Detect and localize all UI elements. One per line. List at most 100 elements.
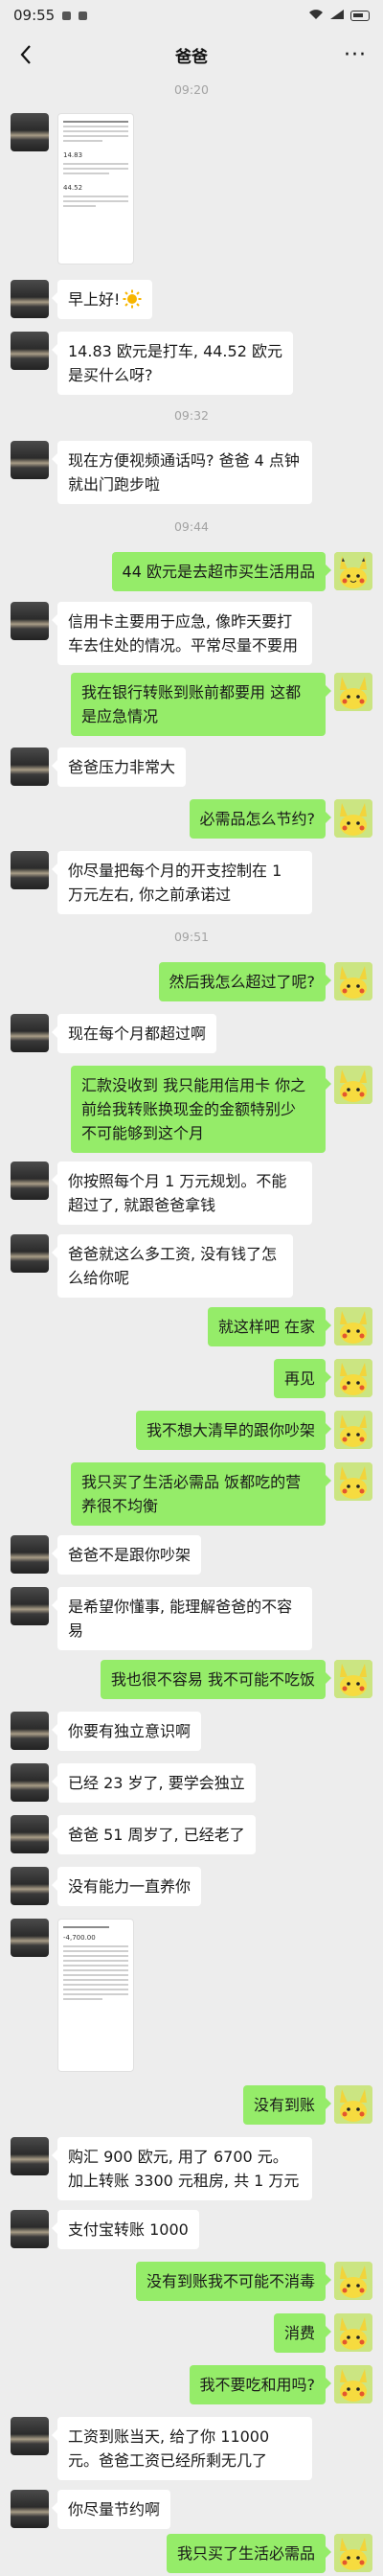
- timestamp: 09:32: [173, 408, 210, 423]
- avatar-father[interactable]: [11, 2490, 49, 2528]
- message-bubble[interactable]: 没有到账我不可能不消毒: [135, 2262, 332, 2301]
- message-bubble[interactable]: 我不要吃和用吗?: [189, 2365, 331, 2404]
- avatar-father[interactable]: [11, 113, 49, 151]
- message-bubble[interactable]: 你要有独立意识啊: [51, 1712, 202, 1751]
- message-bubble[interactable]: 已经 23 岁了, 要学会独立: [52, 1763, 256, 1803]
- message-bubble[interactable]: 购汇 900 欧元, 用了 6700 元。加上转账 3300 元租房, 共 1 …: [52, 2137, 312, 2200]
- message-text: 现在方便视频通话吗? 爸爸 4 点钟就出门跑步啦: [68, 451, 300, 494]
- pikachu-avatar-icon: [334, 1066, 372, 1104]
- message-text: 44 欧元是去超市买生活用品: [122, 563, 315, 581]
- avatar-self[interactable]: [334, 1411, 372, 1449]
- receipt-amount: 44.52: [63, 184, 83, 192]
- pikachu-avatar-icon: [334, 2085, 372, 2124]
- pikachu-avatar-icon: [334, 2534, 372, 2572]
- avatar-father[interactable]: [11, 602, 49, 640]
- receipt-amount: 14.83: [63, 151, 83, 159]
- back-button[interactable]: [11, 40, 40, 69]
- transfer-screenshot[interactable]: -4,700.00: [57, 1919, 134, 2072]
- avatar-father[interactable]: [11, 1162, 49, 1200]
- message-bubble[interactable]: 就这样吧 在家: [207, 1307, 332, 1346]
- timestamp: 09:51: [173, 930, 210, 944]
- message-bubble[interactable]: 是希望你懂事, 能理解爸爸的不容易: [52, 1587, 312, 1650]
- avatar-father[interactable]: [11, 280, 49, 318]
- pikachu-avatar-icon: [334, 1359, 372, 1397]
- avatar-father[interactable]: [11, 1234, 49, 1273]
- avatar-self[interactable]: [334, 2313, 372, 2352]
- avatar-father[interactable]: [11, 1919, 49, 1957]
- message-bubble[interactable]: 然后我怎么超过了呢?: [158, 962, 331, 1001]
- avatar-father[interactable]: [11, 1867, 49, 1905]
- message-bubble[interactable]: 现在方便视频通话吗? 爸爸 4 点钟就出门跑步啦: [52, 441, 312, 504]
- avatar-self[interactable]: [334, 673, 372, 711]
- avatar-self[interactable]: [334, 1066, 372, 1104]
- message-bubble[interactable]: 爸爸压力非常大: [51, 748, 187, 787]
- message-bubble[interactable]: 没有能力一直养你: [51, 1867, 202, 1906]
- message-bubble[interactable]: 信用卡主要用于应急, 像昨天要打车去住处的情况。平常尽量不要用: [52, 602, 312, 665]
- avatar-self[interactable]: [334, 799, 372, 838]
- message-bubble[interactable]: 14.83 欧元是打车, 44.52 欧元是买什么呀?: [52, 332, 293, 395]
- chat-header: 爸爸 ···: [0, 31, 383, 79]
- message-bubble[interactable]: 44 欧元是去超市买生活用品: [111, 552, 332, 591]
- avatar-father[interactable]: [11, 1712, 49, 1750]
- message-bubble[interactable]: 现在每个月都超过啊: [51, 1014, 217, 1053]
- message-bubble[interactable]: 我在银行转账到账前都要用 这都是应急情况: [71, 673, 331, 736]
- avatar-self[interactable]: [334, 1307, 372, 1346]
- message-text: 14.83 欧元是打车, 44.52 欧元是买什么呀?: [68, 342, 282, 384]
- message-bubble[interactable]: 我也很不容易 我不可能不吃饭: [100, 1660, 332, 1699]
- message-text: 没有到账我不可能不消毒: [146, 2272, 315, 2290]
- message-text: 然后我怎么超过了呢?: [169, 973, 316, 991]
- pikachu-avatar-icon: [334, 962, 372, 1000]
- avatar-father[interactable]: [11, 332, 49, 370]
- avatar-father[interactable]: [11, 2137, 49, 2175]
- message-bubble[interactable]: 没有到账: [242, 2085, 332, 2125]
- message-bubble[interactable]: 我只买了生活必需品: [166, 2534, 332, 2573]
- avatar-self[interactable]: [334, 1359, 372, 1397]
- avatar-self[interactable]: [334, 552, 372, 590]
- message-bubble[interactable]: 你按照每个月 1 万元规划。不能超过了, 就跟爸爸拿钱: [52, 1162, 312, 1225]
- message-bubble[interactable]: 我只买了生活必需品 饭都吃的营养很不均衡: [71, 1462, 331, 1526]
- avatar-self[interactable]: [334, 2365, 372, 2404]
- avatar-self[interactable]: [334, 962, 372, 1000]
- avatar-father[interactable]: [11, 1815, 49, 1853]
- message-bubble[interactable]: 爸爸 51 周岁了, 已经老了: [52, 1815, 256, 1854]
- message-bubble[interactable]: 支付宝转账 1000: [52, 2210, 199, 2249]
- more-options-button[interactable]: ···: [339, 40, 372, 69]
- avatar-self[interactable]: [334, 2262, 372, 2300]
- pikachu-avatar-icon: [334, 1411, 372, 1449]
- pikachu-avatar-icon: [334, 1307, 372, 1346]
- avatar-father[interactable]: [11, 1535, 49, 1574]
- message-text: 早上好!: [68, 290, 121, 309]
- avatar-father[interactable]: [11, 1763, 49, 1802]
- message-text: 你要有独立意识啊: [68, 1722, 192, 1740]
- message-bubble[interactable]: 你尽量把每个月的开支控制在 1 万元左右, 你之前承诺过: [52, 851, 312, 914]
- message-bubble[interactable]: 爸爸不是跟你吵架: [51, 1535, 202, 1575]
- receipt-image[interactable]: 14.83 44.52: [57, 113, 134, 264]
- message-text: 工资到账当天, 给了你 11000 元。爸爸工资已经所剩无几了: [68, 2427, 270, 2470]
- message-bubble[interactable]: 再见: [273, 1359, 332, 1398]
- message-icon: [79, 11, 88, 20]
- pikachu-avatar-icon: [334, 2313, 372, 2352]
- avatar-father[interactable]: [11, 441, 49, 479]
- avatar-self[interactable]: [334, 2534, 372, 2572]
- pikachu-avatar-icon: [334, 2262, 372, 2300]
- message-bubble[interactable]: 消费: [273, 2313, 332, 2353]
- avatar-father[interactable]: [11, 1587, 49, 1625]
- avatar-self[interactable]: [334, 1660, 372, 1698]
- avatar-father[interactable]: [11, 851, 49, 889]
- avatar-father[interactable]: [11, 748, 49, 786]
- message-text: 再见: [283, 1369, 315, 1388]
- message-bubble[interactable]: 你尽量节约啊: [51, 2490, 171, 2529]
- message-bubble[interactable]: 我不想大清早的跟你吵架: [135, 1411, 332, 1450]
- message-bubble[interactable]: 汇款没收到 我只能用信用卡 你之前给我转账换现金的金额特别少 不可能够到这个月: [71, 1066, 331, 1153]
- message-bubble[interactable]: 早上好!: [51, 280, 153, 319]
- message-text: 支付宝转账 1000: [68, 2220, 189, 2239]
- message-bubble[interactable]: 必需品怎么节约?: [189, 799, 331, 839]
- avatar-father[interactable]: [11, 2210, 49, 2248]
- pikachu-avatar-icon: [334, 2365, 372, 2404]
- avatar-self[interactable]: [334, 2085, 372, 2124]
- message-bubble[interactable]: 工资到账当天, 给了你 11000 元。爸爸工资已经所剩无几了: [52, 2417, 312, 2480]
- avatar-father[interactable]: [11, 1014, 49, 1052]
- message-bubble[interactable]: 爸爸就这么多工资, 没有钱了怎么给你呢: [52, 1234, 293, 1298]
- avatar-self[interactable]: [334, 1462, 372, 1501]
- avatar-father[interactable]: [11, 2417, 49, 2455]
